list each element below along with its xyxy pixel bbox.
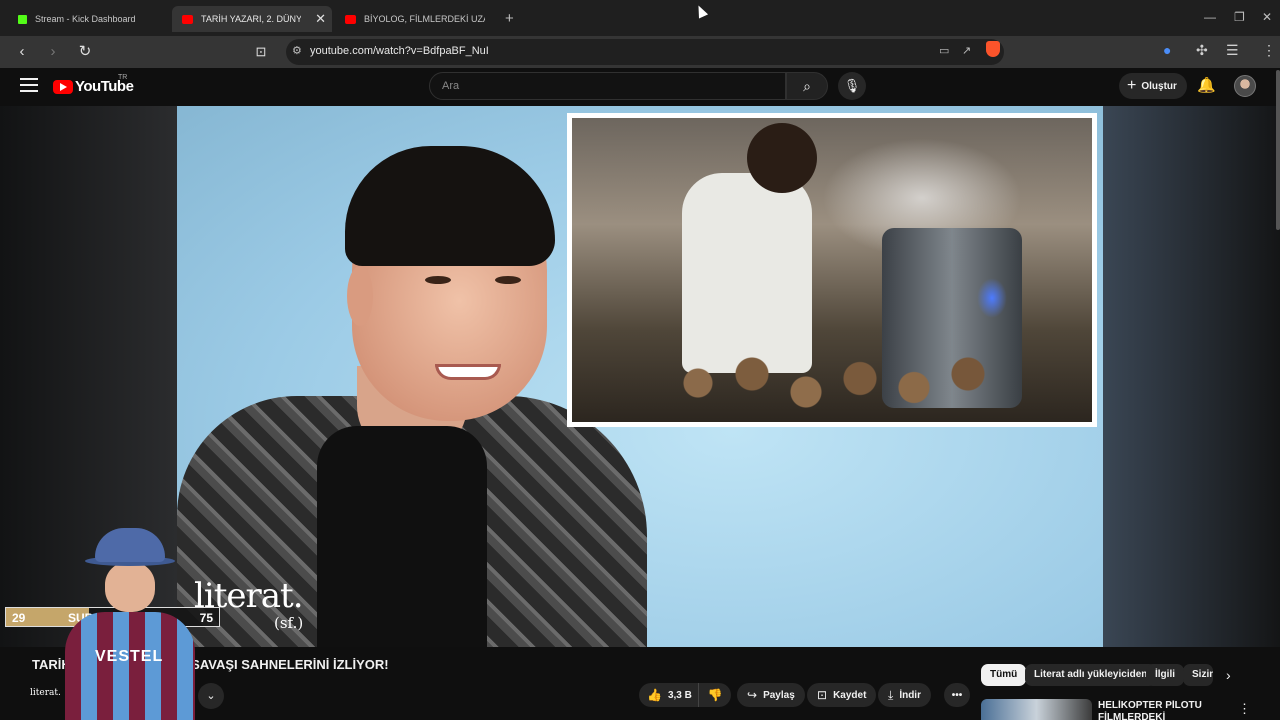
- cook-head: [747, 123, 817, 193]
- share-icon[interactable]: ↗: [962, 44, 971, 57]
- more-vertical-icon[interactable]: ⋮: [1238, 701, 1251, 717]
- person-ear: [347, 266, 373, 326]
- close-tab-icon[interactable]: ✕: [315, 11, 326, 27]
- kick-icon: [18, 14, 27, 24]
- jersey-sponsor-text: VESTEL: [95, 648, 164, 665]
- user-avatar[interactable]: [1234, 75, 1256, 97]
- tab-title: BİYOLOG, FİLMLERDEKİ UZAYLI SAHNELERİNİ: [364, 14, 485, 24]
- new-tab-button[interactable]: +: [505, 10, 514, 27]
- thumbs-down-icon: 👎: [707, 688, 723, 702]
- like-button[interactable]: 👍 3,3 B: [639, 683, 699, 707]
- tab-title: Stream - Kick Dashboard: [35, 14, 136, 24]
- save-label: Kaydet: [833, 689, 867, 701]
- bookmark-icon: ⊡: [817, 688, 828, 702]
- address-bar[interactable]: ⚙ youtube.com/watch?v=BdfpaBF_NuI ▭ ↗: [286, 39, 1004, 65]
- minimize-button[interactable]: —: [1204, 10, 1216, 24]
- like-count: 3,3 B: [667, 689, 692, 701]
- ambient-glow-right: [1103, 106, 1280, 647]
- youtube-header: YouTube TR ⌕ 🎙 + Oluştur 🔔: [0, 68, 1280, 106]
- browser-tab-biyolog[interactable]: BİYOLOG, FİLMLERDEKİ UZAYLI SAHNELERİNİ: [335, 6, 495, 32]
- chevron-right-icon[interactable]: ›: [1226, 667, 1231, 683]
- reload-icon[interactable]: ↻: [75, 42, 95, 62]
- mouse-cursor-icon: [693, 3, 709, 19]
- youtube-play-icon: [53, 79, 73, 94]
- create-button[interactable]: + Oluştur: [1119, 73, 1187, 99]
- channel-avatar[interactable]: literat.: [30, 683, 61, 703]
- search-button[interactable]: ⌕: [786, 72, 828, 100]
- like-dislike-group: 👍 3,3 B 👎: [639, 683, 731, 707]
- person-tshirt: [317, 426, 487, 647]
- download-button[interactable]: ⤓ İndir: [878, 683, 931, 707]
- search-box: [429, 72, 786, 100]
- media-playlist-icon[interactable]: ☰: [1226, 42, 1239, 59]
- literat-watermark-sub: (sf.): [274, 614, 304, 632]
- url-text: youtube.com/watch?v=BdfpaBF_NuI: [310, 45, 489, 57]
- share-arrow-icon: ↪: [747, 688, 758, 702]
- bookmark-icon[interactable]: ⊡: [251, 42, 271, 62]
- chip-for-you[interactable]: Sizin için: [1183, 664, 1213, 686]
- channel-dropdown-button[interactable]: ⌄: [198, 683, 224, 709]
- voice-search-button[interactable]: 🎙: [838, 72, 866, 100]
- cast-icon[interactable]: ▭: [939, 44, 949, 57]
- streamer-face: [105, 562, 155, 612]
- gas-flame: [977, 278, 1007, 318]
- tab-title: TARİH YAZARI, 2. DÜNYA SAVAŞI SAHNELERİN…: [201, 14, 301, 24]
- chip-from-uploader[interactable]: Literat adlı yükleyiciden: [1025, 664, 1157, 686]
- extension-icon[interactable]: ●: [1163, 42, 1171, 58]
- download-label: İndir: [899, 689, 921, 701]
- back-button[interactable]: ‹: [12, 42, 32, 62]
- more-horizontal-icon: •••: [951, 689, 963, 701]
- subscriber-goal: 75: [199, 611, 213, 625]
- kitchen-scene: [572, 118, 1092, 422]
- youtube-logo[interactable]: YouTube TR: [53, 74, 134, 95]
- youtube-icon: [345, 14, 356, 24]
- subscriber-current: 29: [12, 611, 26, 625]
- share-label: Paylaş: [763, 689, 795, 701]
- dislike-button[interactable]: 👎: [699, 688, 731, 702]
- country-code: TR: [118, 74, 128, 81]
- person-smile: [435, 364, 501, 380]
- streamer-webcam-overlay: VESTEL: [60, 528, 200, 720]
- chip-all[interactable]: Tümü: [981, 664, 1027, 686]
- create-label: Oluştur: [1141, 80, 1177, 92]
- browser-menu-icon[interactable]: ⋮: [1262, 42, 1276, 59]
- recommendation-title[interactable]: HELİKOPTER PİLOTU FİLMLERDEKİ HELİKOPTER…: [1098, 700, 1224, 720]
- page-scrollbar[interactable]: [1276, 70, 1280, 230]
- recommendation-thumbnail[interactable]: [981, 699, 1092, 720]
- plus-icon: +: [1127, 77, 1137, 94]
- video-frame[interactable]: [177, 106, 1103, 647]
- browser-tab-strip: Stream - Kick Dashboard TARİH YAZARI, 2.…: [0, 0, 1280, 36]
- youtube-icon: [182, 14, 193, 24]
- person-eye: [425, 276, 451, 284]
- inset-film-clip: [567, 113, 1097, 427]
- close-window-button[interactable]: ✕: [1262, 10, 1272, 24]
- search-input[interactable]: [442, 80, 762, 92]
- thumbs-up-icon: 👍: [647, 688, 662, 702]
- chevron-down-icon: ⌄: [206, 690, 216, 702]
- brave-shield-icon[interactable]: [986, 41, 1000, 57]
- save-button[interactable]: ⊡ Kaydet: [807, 683, 877, 707]
- download-icon: ⤓: [888, 687, 894, 702]
- person-hair: [345, 146, 555, 266]
- site-info-icon[interactable]: ⚙: [292, 44, 302, 57]
- browser-tab-kick[interactable]: Stream - Kick Dashboard: [8, 6, 171, 32]
- browser-tab-active[interactable]: TARİH YAZARI, 2. DÜNYA SAVAŞI SAHNELERİN…: [172, 6, 332, 32]
- notifications-bell-icon[interactable]: 🔔: [1197, 76, 1216, 94]
- more-actions-button[interactable]: •••: [944, 683, 970, 707]
- chip-related[interactable]: İlgili: [1146, 664, 1184, 686]
- share-button[interactable]: ↪ Paylaş: [737, 683, 805, 707]
- potatoes: [662, 338, 1022, 422]
- restore-button[interactable]: ❐: [1234, 10, 1245, 24]
- person-eye: [495, 276, 521, 284]
- browser-toolbar: ‹ › ↻ ⊡ ⚙ youtube.com/watch?v=BdfpaBF_Nu…: [0, 36, 1280, 68]
- streamer-hat: [95, 528, 165, 562]
- puzzle-icon[interactable]: ✣: [1196, 42, 1208, 59]
- forward-button[interactable]: ›: [43, 42, 63, 62]
- streamer-jersey: [65, 612, 195, 720]
- search-icon: ⌕: [803, 78, 811, 94]
- hamburger-menu-icon[interactable]: [20, 78, 38, 92]
- microphone-icon: 🎙: [843, 78, 861, 93]
